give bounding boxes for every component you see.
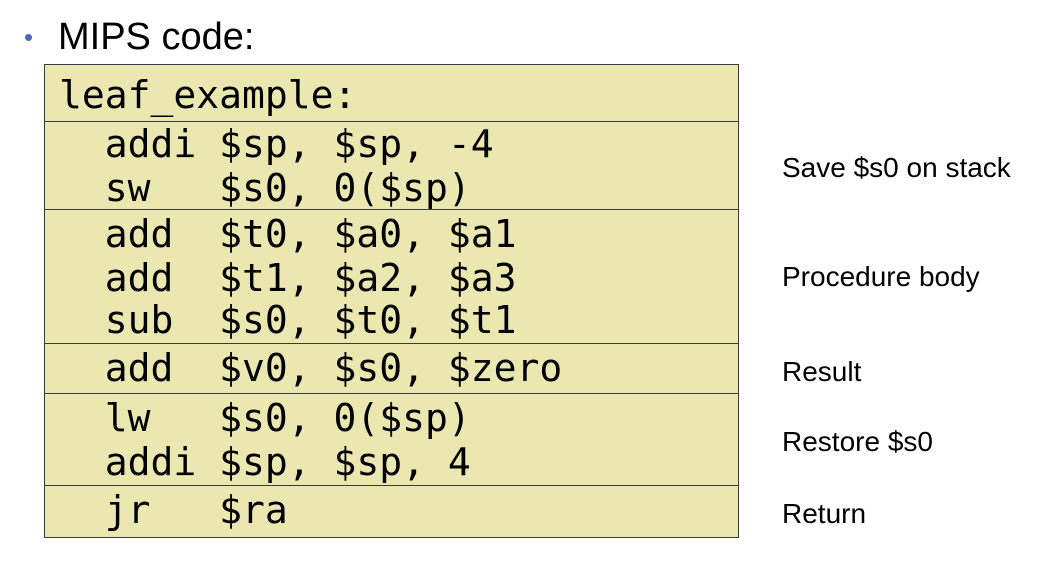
- code-label-line: leaf_example:: [59, 73, 357, 117]
- code-section-save: addi $sp, $sp, -4 sw $s0, 0($sp): [45, 121, 738, 210]
- code-section-result: add $v0, $s0, $zero: [45, 343, 738, 393]
- code-line: jr $ra: [59, 488, 288, 532]
- code-line: add $t0, $a0, $a1: [59, 212, 517, 256]
- code-line: sw $s0, 0($sp): [59, 166, 471, 210]
- slide-heading: • MIPS code:: [24, 14, 254, 60]
- code-section-body: add $t0, $a0, $a1 add $t1, $a2, $a3 sub …: [45, 209, 738, 343]
- code-line: lw $s0, 0($sp): [59, 396, 471, 440]
- code-line: add $v0, $s0, $zero: [59, 346, 563, 390]
- code-line: add $t1, $a2, $a3: [59, 256, 517, 300]
- code-line: sub $s0, $t0, $t1: [59, 298, 517, 342]
- comment-return: Return: [782, 498, 867, 529]
- code-block: leaf_example: addi $sp, $sp, -4 sw $s0, …: [44, 64, 739, 538]
- code-line: addi $sp, $sp, 4: [59, 440, 471, 484]
- comment-save: Save $s0 on stack: [782, 152, 1011, 183]
- slide-title: MIPS code:: [58, 16, 255, 58]
- comment-body: Procedure body: [782, 261, 980, 292]
- code-section-return: jr $ra: [45, 485, 738, 537]
- code-line: addi $sp, $sp, -4: [59, 122, 494, 166]
- comment-result: Result: [782, 356, 862, 387]
- code-section-restore: lw $s0, 0($sp) addi $sp, $sp, 4: [45, 393, 738, 485]
- comment-restore: Restore $s0: [782, 426, 933, 457]
- bullet-icon: •: [24, 22, 34, 52]
